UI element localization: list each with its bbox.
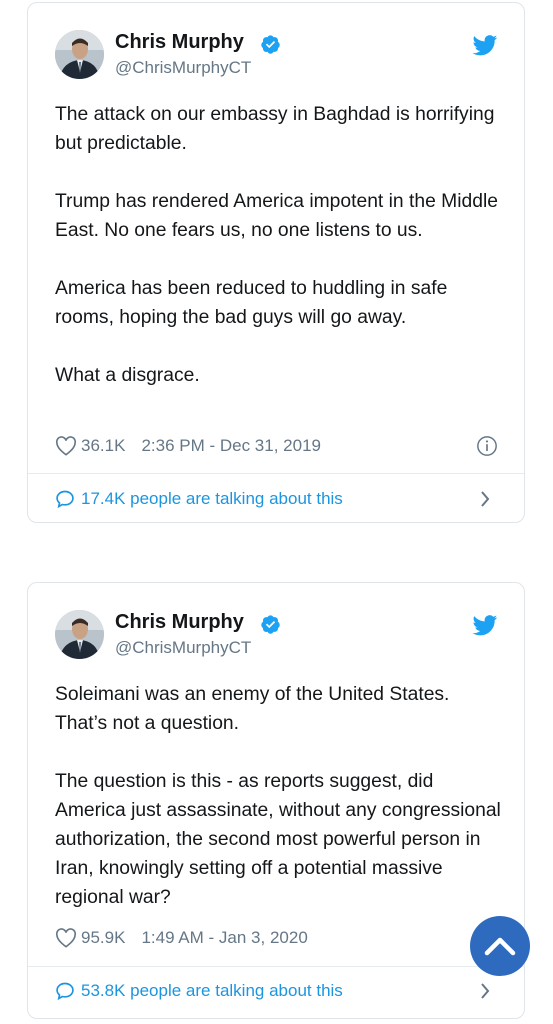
chevron-right-icon[interactable] [480,491,490,507]
conversation-count[interactable]: 17.4K people are talking about this [81,489,343,509]
tweet-paragraph: America has been reduced to huddling in … [55,278,448,328]
divider [28,473,524,474]
speech-bubble-icon [56,982,74,1001]
tweet-card[interactable]: Chris Murphy @ChrisMurphyCT The attack o… [27,2,525,523]
twitter-bird-icon[interactable] [472,615,498,636]
tweet-timestamp[interactable]: 1:49 AM - Jan 3, 2020 [141,928,307,948]
heart-icon[interactable] [55,436,77,456]
conversation-link[interactable]: 17.4K people are talking about this [55,486,498,512]
divider [28,966,524,967]
verified-badge-icon [261,615,280,634]
speech-bubble-icon [56,490,74,509]
tweet-timestamp[interactable]: 2:36 PM - Dec 31, 2019 [141,436,321,456]
conversation-link[interactable]: 53.8K people are talking about this [55,978,498,1004]
chevron-right-icon[interactable] [480,983,490,999]
tweet-paragraph: Trump has rendered America impotent in t… [55,191,498,241]
tweet-meta: 95.9K 1:49 AM - Jan 3, 2020 [55,925,498,951]
author-handle[interactable]: @ChrisMurphyCT [115,58,251,78]
tweet-paragraph: Soleimani was an enemy of the United Sta… [55,684,450,734]
info-icon[interactable] [476,435,498,457]
tweet-meta: 36.1K 2:36 PM - Dec 31, 2019 [55,433,498,459]
tweet-paragraph: What a disgrace. [55,365,200,386]
avatar[interactable] [55,30,104,79]
verified-badge-icon [261,35,280,54]
tweet-card[interactable]: Chris Murphy @ChrisMurphyCT Soleimani wa… [27,582,525,1019]
tweet-paragraph: The attack on our embassy in Baghdad is … [55,104,495,154]
tweet-text: Soleimani was an enemy of the United Sta… [55,680,505,912]
scroll-to-top-button[interactable] [470,916,530,976]
author-handle[interactable]: @ChrisMurphyCT [115,638,251,658]
conversation-count[interactable]: 53.8K people are talking about this [81,981,343,1001]
like-count[interactable]: 36.1K [81,436,125,456]
avatar[interactable] [55,610,104,659]
author-name[interactable]: Chris Murphy [115,31,244,54]
chevron-up-icon [484,937,516,956]
heart-icon[interactable] [55,928,77,948]
like-count[interactable]: 95.9K [81,928,125,948]
twitter-bird-icon[interactable] [472,35,498,56]
tweet-paragraph: The question is this - as reports sugges… [55,771,501,908]
tweet-text: The attack on our embassy in Baghdad is … [55,100,505,390]
author-name[interactable]: Chris Murphy [115,611,244,634]
